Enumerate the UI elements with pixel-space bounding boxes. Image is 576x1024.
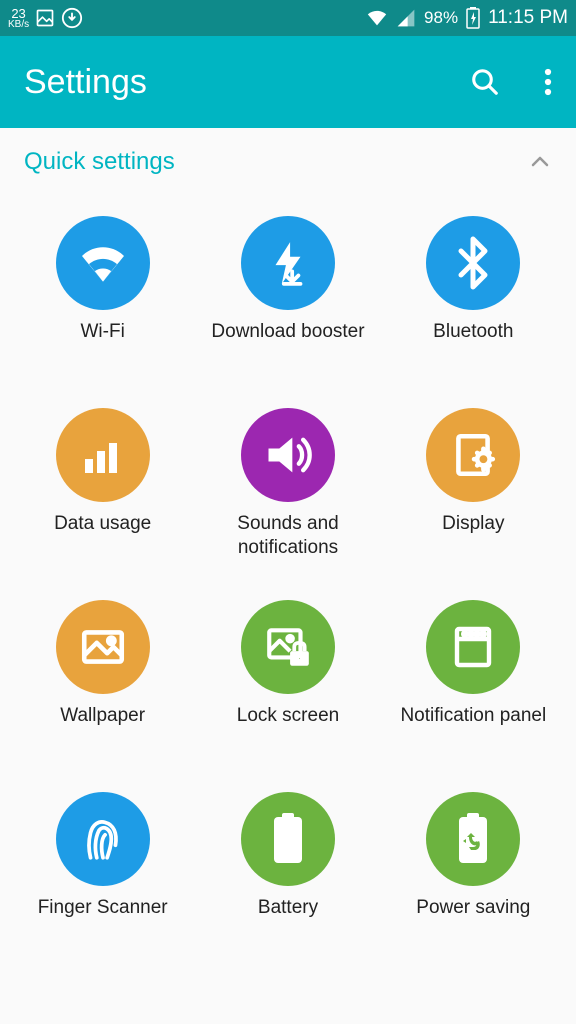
item-label: Bluetooth: [433, 320, 513, 368]
bluetooth-icon: [426, 216, 520, 310]
finger-scanner-item[interactable]: Finger Scanner: [10, 776, 195, 968]
search-icon[interactable]: [470, 67, 500, 97]
display-item[interactable]: Display: [381, 392, 566, 584]
lock-picture-icon: [241, 600, 335, 694]
bar-chart-icon: [56, 408, 150, 502]
item-label: Sounds and notifications: [199, 512, 376, 560]
network-speed: 23 KB/s: [8, 7, 29, 30]
battery-item[interactable]: Battery: [195, 776, 380, 968]
bluetooth-item[interactable]: Bluetooth: [381, 200, 566, 392]
item-label: Power saving: [416, 896, 530, 944]
fingerprint-icon: [56, 792, 150, 886]
item-label: Wallpaper: [60, 704, 145, 752]
picture-icon: [56, 600, 150, 694]
chevron-up-icon: [528, 150, 552, 174]
download-booster-item[interactable]: Download booster: [195, 200, 380, 392]
status-bar: 23 KB/s 98% 11:15 PM: [0, 0, 576, 36]
lightning-download-icon: [241, 216, 335, 310]
wallpaper-item[interactable]: Wallpaper: [10, 584, 195, 776]
speed-value: 23: [8, 7, 29, 20]
power-saving-item[interactable]: Power saving: [381, 776, 566, 968]
item-label: Battery: [258, 896, 318, 944]
battery-recycle-icon: [426, 792, 520, 886]
wifi-icon: [56, 216, 150, 310]
page-title: Settings: [24, 63, 147, 102]
lock-screen-item[interactable]: Lock screen: [195, 584, 380, 776]
item-label: Finger Scanner: [38, 896, 168, 944]
section-title: Quick settings: [24, 148, 175, 176]
signal-icon: [396, 8, 416, 28]
speed-unit: KB/s: [8, 20, 29, 30]
item-label: Display: [442, 512, 504, 560]
quick-settings-grid: Wi-Fi Download booster Bluetooth Data us…: [0, 184, 576, 968]
clock-time: 11:15 PM: [488, 7, 568, 29]
sounds-notifications-item[interactable]: Sounds and notifications: [195, 392, 380, 584]
panel-icon: [426, 600, 520, 694]
notification-panel-item[interactable]: Notification panel: [381, 584, 566, 776]
item-label: Wi-Fi: [81, 320, 125, 368]
picture-icon: [35, 8, 55, 28]
item-label: Download booster: [211, 320, 364, 368]
download-cloud-icon: [61, 7, 83, 29]
item-label: Data usage: [54, 512, 151, 560]
battery-icon: [241, 792, 335, 886]
wifi-icon: [366, 7, 388, 29]
speaker-icon: [241, 408, 335, 502]
app-header: Settings: [0, 36, 576, 128]
battery-percent: 98%: [424, 8, 458, 28]
item-label: Lock screen: [237, 704, 339, 752]
display-gear-icon: [426, 408, 520, 502]
item-label: Notification panel: [400, 704, 546, 752]
quick-settings-section-header[interactable]: Quick settings: [0, 128, 576, 184]
wifi-item[interactable]: Wi-Fi: [10, 200, 195, 392]
data-usage-item[interactable]: Data usage: [10, 392, 195, 584]
battery-charging-icon: [466, 7, 480, 29]
more-menu-icon[interactable]: [544, 67, 552, 97]
